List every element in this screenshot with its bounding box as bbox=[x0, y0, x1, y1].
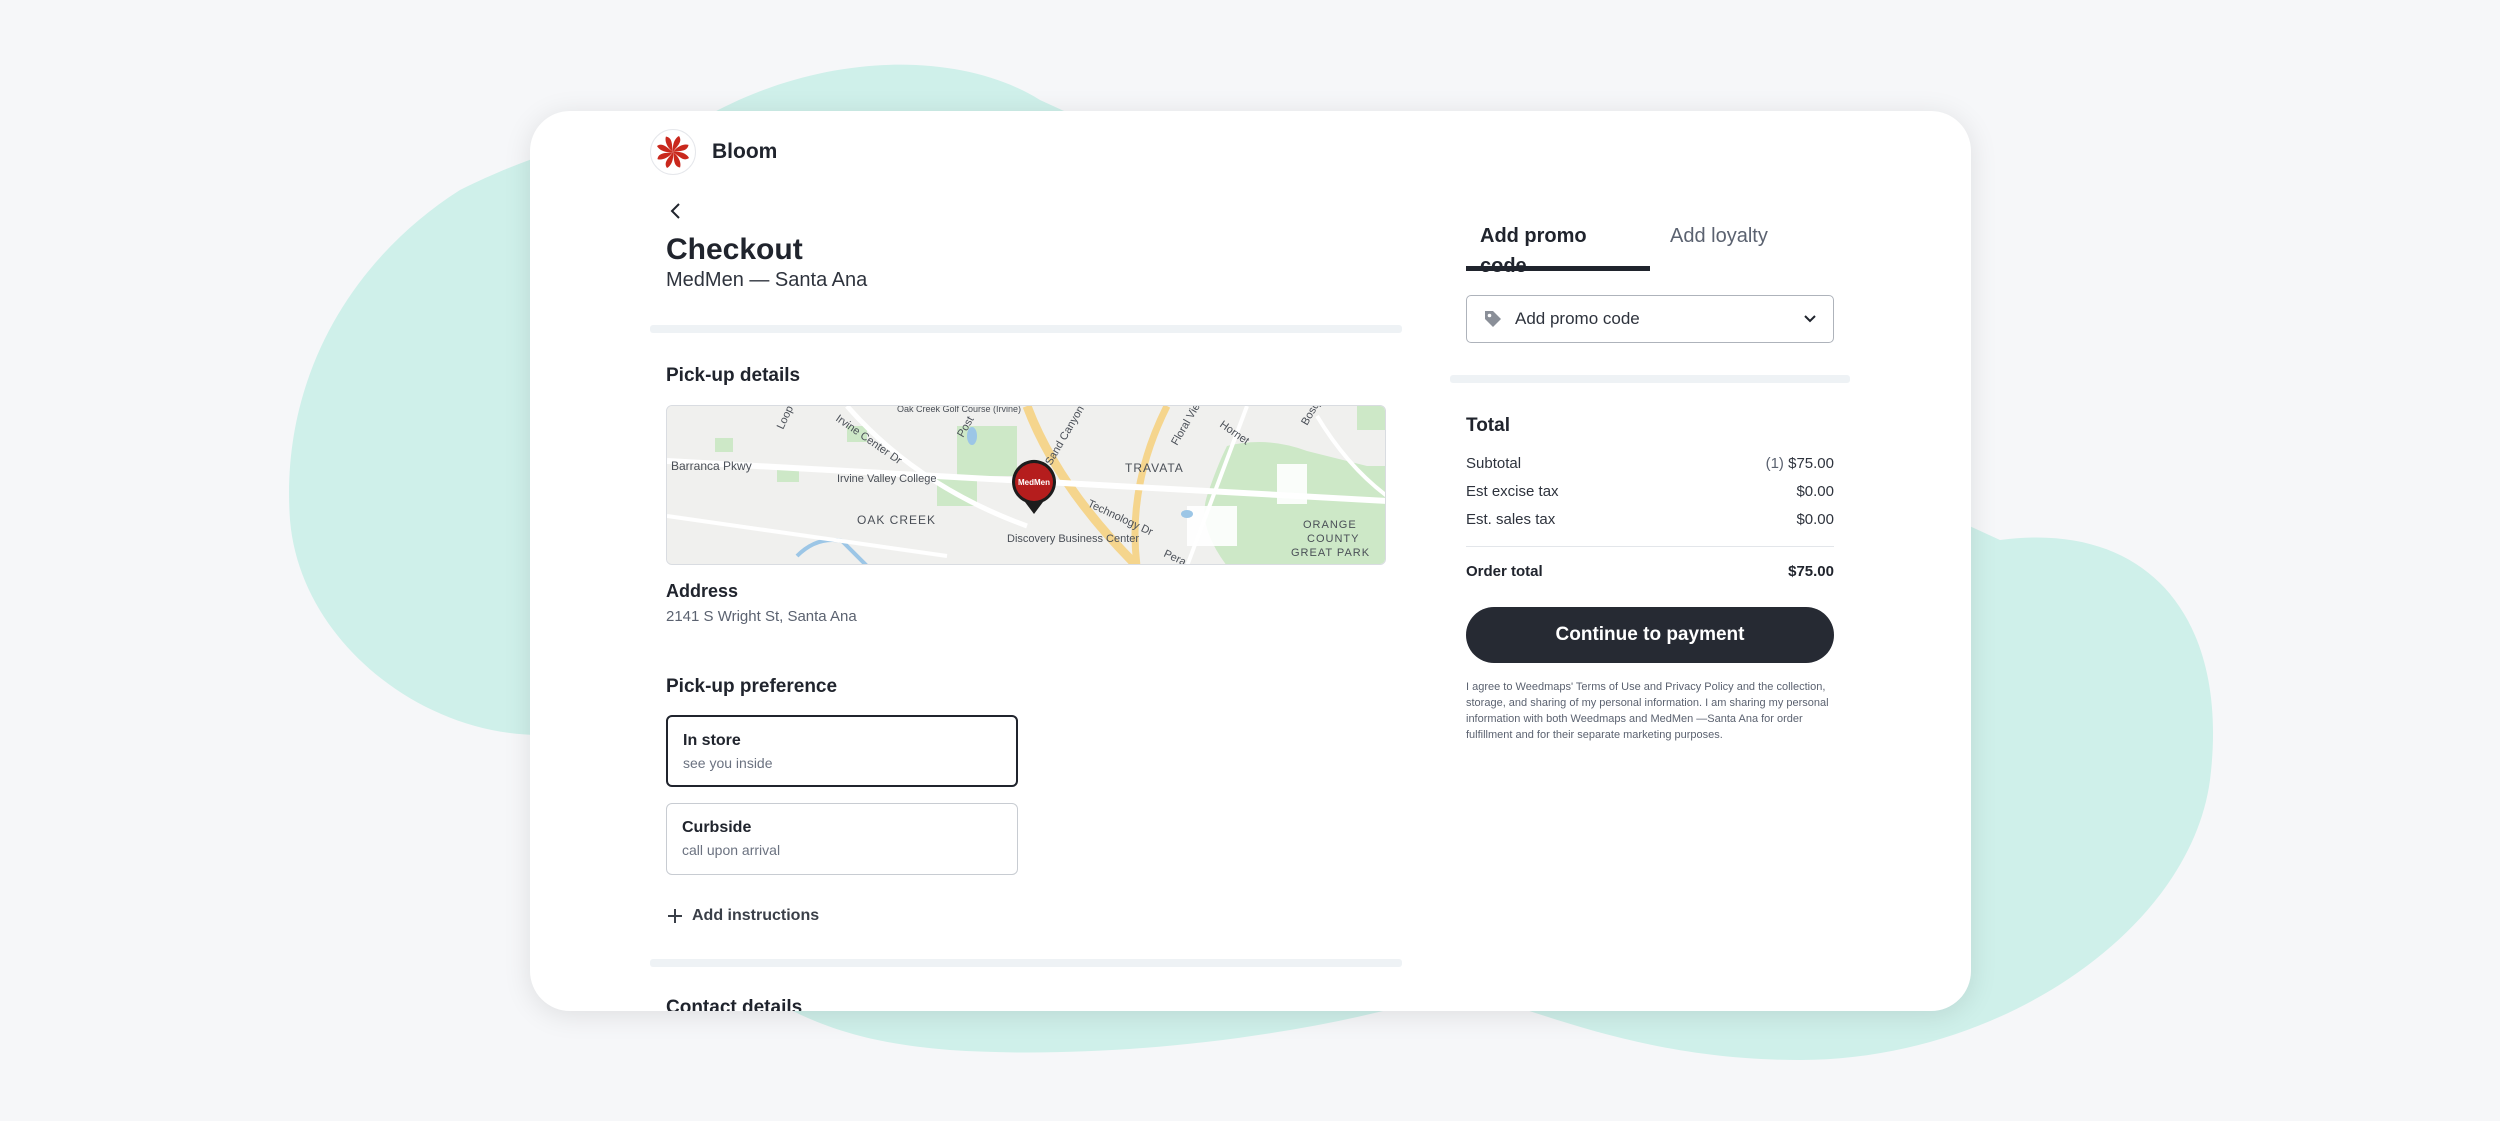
order-total-label: Order total bbox=[1466, 563, 1543, 580]
pref-option-title: Curbside bbox=[682, 819, 752, 836]
add-instructions-button[interactable]: Add instructions bbox=[666, 907, 819, 925]
map-label-oak-creek: OAK CREEK bbox=[857, 513, 936, 527]
brand-name: Bloom bbox=[712, 140, 778, 163]
pref-option-subtitle: see you inside bbox=[683, 755, 773, 771]
brand-header: Bloom bbox=[650, 129, 777, 175]
sales-tax-value: $0.00 bbox=[1796, 511, 1834, 528]
subtotal-qty: (1) bbox=[1765, 455, 1784, 472]
tab-add-promo-code[interactable]: Add promo code bbox=[1466, 221, 1650, 277]
store-name: MedMen — Santa Ana bbox=[666, 269, 868, 291]
total-title: Total bbox=[1466, 415, 1510, 436]
page-title: Checkout bbox=[666, 233, 803, 266]
contact-details-title: Contact details bbox=[666, 997, 803, 1011]
continue-to-payment-button[interactable]: Continue to payment bbox=[1466, 607, 1834, 663]
bloom-logo-icon[interactable] bbox=[650, 129, 696, 175]
store-map[interactable]: Barranca Pkwy Irvine Valley College OAK … bbox=[666, 405, 1386, 565]
map-label-travata: TRAVATA bbox=[1125, 461, 1184, 475]
excise-tax-value: $0.00 bbox=[1796, 483, 1834, 500]
excise-tax-label: Est excise tax bbox=[1466, 483, 1559, 500]
tab-add-loyalty[interactable]: Add loyalty bbox=[1656, 221, 1782, 271]
sales-tax-row: Est. sales tax $0.00 bbox=[1466, 511, 1834, 528]
map-label-discovery: Discovery Business Center bbox=[1007, 533, 1139, 545]
tag-icon bbox=[1485, 311, 1501, 327]
section-divider bbox=[650, 325, 1402, 333]
sidebar-tabs: Add promo code Add loyalty bbox=[1466, 221, 1782, 277]
plus-icon bbox=[666, 907, 684, 925]
subtotal-amount: (1) $75.00 bbox=[1766, 455, 1834, 472]
map-label-great-park: GREAT PARK bbox=[1291, 547, 1370, 559]
order-total-row: Order total $75.00 bbox=[1466, 563, 1834, 580]
map-label-orange: ORANGE bbox=[1303, 519, 1357, 531]
subtotal-row: Subtotal (1) $75.00 bbox=[1466, 455, 1834, 472]
section-divider bbox=[650, 959, 1402, 967]
pref-option-title: In store bbox=[683, 732, 741, 749]
excise-tax-row: Est excise tax $0.00 bbox=[1466, 483, 1834, 500]
map-label-ivc: Irvine Valley College bbox=[837, 473, 936, 485]
subtotal-value: $75.00 bbox=[1788, 455, 1834, 472]
map-label-county: COUNTY bbox=[1307, 533, 1359, 545]
address-value: 2141 S Wright St, Santa Ana bbox=[666, 608, 857, 625]
pickup-details-title: Pick-up details bbox=[666, 365, 801, 386]
map-label-golf: Oak Creek Golf Course (Irvine) bbox=[897, 406, 1021, 414]
legal-disclaimer: I agree to Weedmaps' Terms of Use and Pr… bbox=[1466, 681, 1829, 741]
add-instructions-label: Add instructions bbox=[692, 907, 820, 924]
sales-tax-label: Est. sales tax bbox=[1466, 511, 1556, 528]
pickup-preference-title: Pick-up preference bbox=[666, 676, 838, 697]
totals-divider bbox=[1466, 546, 1834, 547]
back-button[interactable] bbox=[664, 199, 688, 223]
pref-option-subtitle: call upon arrival bbox=[682, 842, 781, 858]
sidebar-divider bbox=[1450, 375, 1850, 383]
checkout-window: Bloom Checkout MedMen — Santa Ana Pick-u… bbox=[530, 111, 1971, 1011]
chevron-left-icon bbox=[670, 203, 680, 219]
map-pin-label: MedMen bbox=[1018, 478, 1050, 487]
pref-option-in-store[interactable]: In store see you inside bbox=[666, 715, 1018, 787]
subtotal-label: Subtotal bbox=[1466, 455, 1522, 472]
chevron-down-icon bbox=[1804, 315, 1816, 323]
order-total-value: $75.00 bbox=[1788, 563, 1834, 580]
address-label: Address bbox=[666, 581, 739, 601]
map-label-barranca: Barranca Pkwy bbox=[671, 459, 752, 473]
pref-option-curbside[interactable]: Curbside call upon arrival bbox=[666, 803, 1018, 875]
promo-code-dropdown[interactable]: Add promo code bbox=[1466, 295, 1834, 343]
promo-code-placeholder: Add promo code bbox=[1515, 309, 1640, 328]
